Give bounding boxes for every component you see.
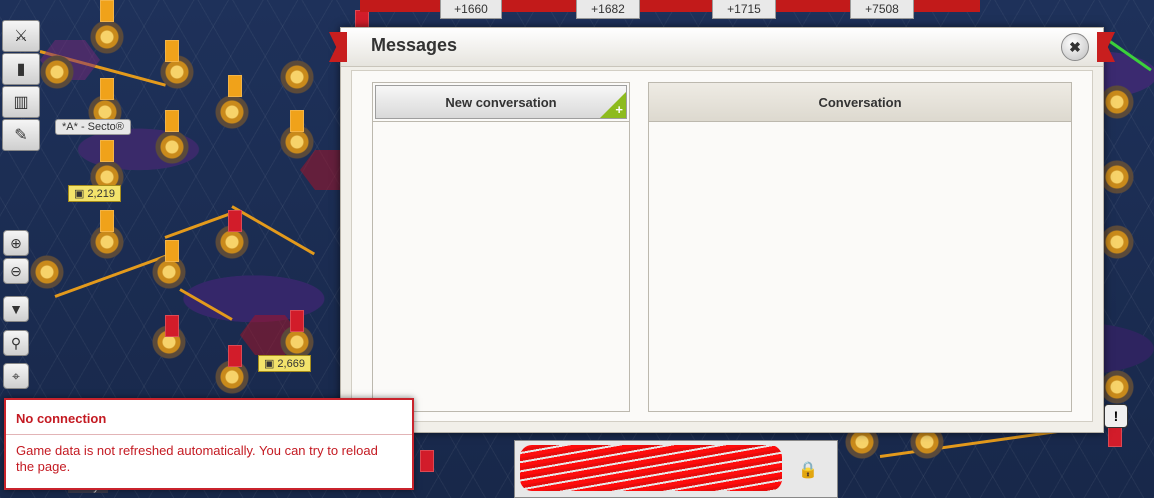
- filter-icon: ▼: [9, 301, 23, 317]
- castle-icon[interactable]: [280, 60, 314, 94]
- alert-icon[interactable]: !: [1104, 404, 1128, 428]
- castle-icon[interactable]: [40, 55, 74, 89]
- castle-icon[interactable]: [215, 95, 249, 129]
- castle-icon[interactable]: [155, 130, 189, 164]
- resource-counter: +7508: [850, 0, 914, 19]
- banner-icon: [165, 40, 179, 62]
- close-icon: ✖: [1069, 38, 1081, 55]
- banner-icon: [100, 0, 114, 22]
- alert-message: Game data is not refreshed automatically…: [16, 443, 378, 474]
- castle-icon[interactable]: [1100, 370, 1134, 404]
- castle-icon[interactable]: [30, 255, 64, 289]
- banner-icon: [100, 210, 114, 232]
- zoom-out-icon: ⊖: [10, 262, 22, 279]
- zoom-out-button[interactable]: ⊖: [3, 258, 29, 284]
- map-pin-icon: ⚲: [10, 334, 22, 351]
- book-button[interactable]: ▮: [2, 53, 40, 85]
- conversation-panel: Conversation: [648, 82, 1072, 412]
- center-button[interactable]: ⌖: [3, 363, 29, 389]
- alert-title: No connection: [16, 411, 107, 426]
- player-label[interactable]: *A* - Secto®: [55, 119, 131, 135]
- banner-icon: [165, 240, 179, 262]
- banner-icon: [420, 450, 434, 472]
- banner-icon: [165, 110, 179, 132]
- plus-symbol: +: [615, 102, 623, 117]
- military-button[interactable]: ⚔: [2, 20, 40, 52]
- redacted-area: [520, 445, 782, 491]
- plus-icon: +: [600, 92, 626, 118]
- zoom-in-icon: ⊕: [10, 234, 22, 251]
- gold-label: ▣ 2,219: [68, 185, 121, 202]
- bar-chart-icon: ▥: [13, 94, 29, 111]
- banner-icon: [228, 345, 242, 367]
- quill-button[interactable]: ✎: [2, 119, 40, 151]
- divider: [6, 434, 412, 435]
- conversation-header: Conversation: [649, 83, 1071, 122]
- banner-icon: [228, 75, 242, 97]
- close-button[interactable]: ✖: [1061, 33, 1089, 61]
- resource-counter: +1715: [712, 0, 776, 19]
- castle-icon[interactable]: [1100, 85, 1134, 119]
- statistics-button[interactable]: ▥: [2, 86, 40, 118]
- divider: [373, 121, 629, 122]
- banner-icon: [290, 110, 304, 132]
- lock-icon: 🔒: [798, 462, 818, 479]
- banner-icon: [228, 210, 242, 232]
- new-conversation-label: New conversation: [445, 94, 557, 110]
- window-body: New conversation + Conversation: [351, 70, 1093, 422]
- castle-icon[interactable]: [1100, 160, 1134, 194]
- resource-counter: +1682: [576, 0, 640, 19]
- messages-window: Messages ✖ New conversation + Conversati…: [329, 27, 1115, 433]
- filter-button[interactable]: ▼: [3, 296, 29, 322]
- treasure-chest-icon: ▣: [74, 188, 85, 200]
- banner-icon: [165, 315, 179, 337]
- banner-icon: [100, 140, 114, 162]
- map-road: [54, 254, 169, 298]
- new-conversation-button[interactable]: New conversation +: [375, 85, 627, 119]
- book-icon: ▮: [16, 61, 26, 78]
- zoom-in-button[interactable]: ⊕: [3, 230, 29, 256]
- gold-label: ▣ 2,669: [258, 355, 311, 372]
- gold-amount: 2,219: [87, 187, 115, 200]
- castle-icon[interactable]: [1100, 225, 1134, 259]
- window-title: Messages: [371, 35, 458, 55]
- resource-counter: +1660: [440, 0, 502, 19]
- banner-icon: [290, 310, 304, 332]
- map-road: [1109, 40, 1152, 72]
- crosshair-icon: ⌖: [12, 367, 20, 384]
- map-road: [179, 288, 233, 321]
- gold-amount: 2,669: [277, 357, 305, 370]
- quill-icon: ✎: [14, 127, 28, 144]
- crossed-swords-icon: ⚔: [13, 28, 29, 45]
- no-connection-alert: No connection Game data is not refreshed…: [4, 398, 414, 490]
- castle-icon[interactable]: [90, 20, 124, 54]
- treasure-chest-icon: ▣: [264, 358, 275, 370]
- banner-icon: [100, 78, 114, 100]
- banner-icon: [1108, 425, 1122, 447]
- conversation-list[interactable]: New conversation +: [372, 82, 630, 412]
- map-pin-button[interactable]: ⚲: [3, 330, 29, 356]
- window-header[interactable]: Messages ✖: [329, 28, 1115, 67]
